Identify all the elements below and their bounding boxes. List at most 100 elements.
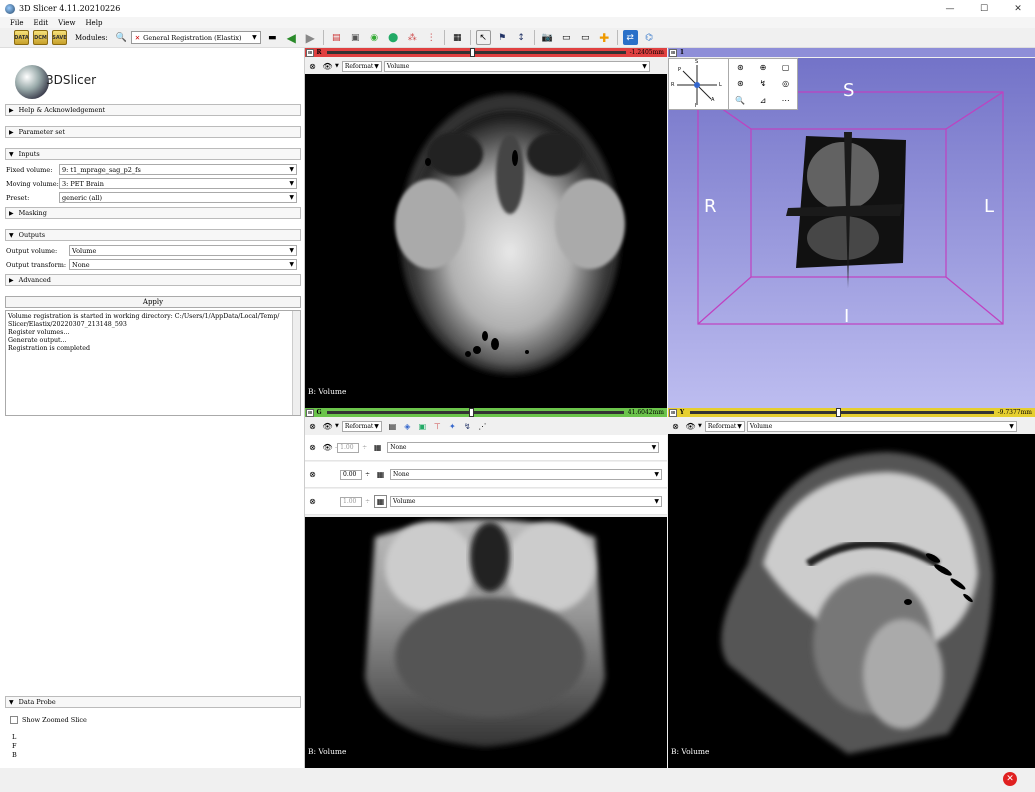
transforms-module-icon[interactable]: ⁂ <box>405 30 420 45</box>
output-volume-select[interactable]: Volume ▼ <box>69 245 297 256</box>
volumes-module-icon[interactable]: ◉ <box>367 30 382 45</box>
yellow-orientation-select[interactable]: Reformat ▼ <box>704 420 745 432</box>
apply-button[interactable]: Apply <box>5 296 301 308</box>
grid-icon[interactable]: ▦ <box>374 495 388 508</box>
scene-view-icon[interactable]: ▭ <box>559 30 574 45</box>
section-parameter-set[interactable]: ▶ Parameter set <box>5 126 301 138</box>
crosshair-icon[interactable]: ✚ <box>597 30 612 45</box>
section-masking[interactable]: ▶ Masking <box>5 207 301 219</box>
green-orientation-select[interactable]: Reformat ▼ <box>341 420 382 432</box>
link-icon[interactable]: ⊗ <box>306 60 319 73</box>
label-opacity-spinbox[interactable]: 1.00 <box>337 442 360 453</box>
welcome-module-icon[interactable]: ▤ <box>329 30 344 45</box>
yellow-slice-view[interactable]: B: Volume <box>668 434 1035 768</box>
layers-icon[interactable]: ▤ <box>386 420 399 433</box>
slider-handle[interactable] <box>835 408 841 417</box>
fixed-volume-select[interactable]: 9: t1_mprage_sag_p2_fs ▼ <box>59 164 297 175</box>
axes-icon[interactable]: ↯ <box>461 420 474 433</box>
more-icon[interactable]: ⋯ <box>774 92 797 109</box>
foreground-opacity-spinbox[interactable]: 0.00 <box>340 469 362 480</box>
section-outputs[interactable]: ▼ Outputs <box>5 229 301 241</box>
foreground-layer-select[interactable]: None ▼ <box>390 469 663 480</box>
show-zoomed-checkbox[interactable] <box>10 716 18 724</box>
eye-icon[interactable]: 👁 <box>321 420 334 433</box>
more-icon[interactable]: ⋰ <box>476 420 489 433</box>
crosshair-mode-icon[interactable]: ↕ <box>514 30 529 45</box>
axes-icon[interactable]: ↯ <box>752 76 775 93</box>
grid-icon[interactable]: ▦ <box>371 441 384 454</box>
link-icon[interactable]: ⊗ <box>669 420 682 433</box>
pin-icon[interactable]: ⊞ <box>306 408 314 417</box>
yellow-volume-select[interactable]: Volume ▼ <box>746 420 1017 432</box>
section-data-probe[interactable]: ▼ Data Probe <box>5 696 301 708</box>
slider-handle[interactable] <box>470 48 476 57</box>
close-button[interactable]: ✕ <box>1001 0 1035 17</box>
section-inputs[interactable]: ▼ Inputs <box>5 148 301 160</box>
data-module-icon[interactable]: ▣ <box>348 30 363 45</box>
label-outline-icon[interactable]: ◈ <box>401 420 414 433</box>
green-slice-view[interactable]: B: Volume <box>305 517 667 768</box>
link-icon[interactable]: ⊗ <box>306 420 319 433</box>
load-data-button[interactable]: DATA <box>14 30 29 45</box>
forward-arrow-icon[interactable]: ▶ <box>303 30 318 45</box>
eye-icon[interactable]: 👁 <box>321 441 334 454</box>
menu-help[interactable]: Help <box>85 19 102 27</box>
slider-handle[interactable] <box>469 408 475 417</box>
pin-icon[interactable]: ⊞ <box>669 48 677 57</box>
link-icon[interactable]: ⊗ <box>306 441 319 454</box>
show-zoomed-slice[interactable]: Show Zoomed Slice <box>10 716 87 724</box>
place-fiducial-icon[interactable]: ⚑ <box>495 30 510 45</box>
module-history-icon[interactable]: ▬ <box>265 30 280 45</box>
models-module-icon[interactable]: ⬤ <box>386 30 401 45</box>
mouse-mode-icon[interactable]: ↖ <box>475 30 491 45</box>
extensions-manager-icon[interactable]: ⇄ <box>622 30 638 45</box>
spin-icon[interactable]: ⊛ <box>729 76 752 93</box>
eye-icon[interactable]: 👁 <box>684 420 697 433</box>
reformat-widget-icon[interactable]: ⊤ <box>431 420 444 433</box>
extension-icon[interactable]: ▭ <box>578 30 593 45</box>
link-icon[interactable]: ⊗ <box>306 468 319 481</box>
menu-view[interactable]: View <box>58 19 75 27</box>
moving-volume-select[interactable]: 3: PET Brain ▼ <box>59 178 297 189</box>
module-selector[interactable]: ✕ General Registration (Elastix) ▼ <box>130 31 261 44</box>
screenshot-icon[interactable]: 📷 <box>540 30 555 45</box>
grid-icon[interactable]: ▦ <box>374 468 387 481</box>
glasses-icon[interactable]: ◎ <box>774 76 797 93</box>
section-help[interactable]: ▶ Help & Acknowledgement <box>5 104 301 116</box>
save-button[interactable]: SAVE <box>52 30 67 45</box>
red-orientation-select[interactable]: Reformat ▼ <box>341 60 382 72</box>
layout-icon[interactable]: ▦ <box>450 30 465 45</box>
green-offset-slider[interactable] <box>327 408 624 417</box>
color-icon[interactable]: ✦ <box>446 420 459 433</box>
label-layer-select[interactable]: None ▼ <box>387 442 660 453</box>
preset-select[interactable]: generic (all) ▼ <box>59 192 297 203</box>
search-icon[interactable]: 🔍 <box>114 30 129 45</box>
status-log[interactable]: Volume registration is started in workin… <box>5 310 301 416</box>
link-icon[interactable]: ⊗ <box>306 495 319 508</box>
background-layer-select[interactable]: Volume ▼ <box>390 496 663 507</box>
menu-file[interactable]: File <box>10 19 23 27</box>
pin-icon[interactable]: ⊞ <box>669 408 677 417</box>
red-volume-select[interactable]: Volume ▼ <box>383 60 650 72</box>
crosshair-icon[interactable]: ⊕ <box>752 59 775 76</box>
pin-icon[interactable]: ⊞ <box>306 48 314 57</box>
output-transform-select[interactable]: None ▼ <box>69 259 297 270</box>
dicom-button[interactable]: DCM <box>33 30 48 45</box>
yellow-offset-slider[interactable] <box>690 408 994 417</box>
error-log-icon[interactable]: ✕ <box>1003 772 1017 786</box>
box-icon[interactable]: ▢ <box>774 59 797 76</box>
maximize-button[interactable]: ☐ <box>967 0 1001 17</box>
log-scrollbar[interactable] <box>292 311 300 415</box>
background-opacity-spinbox[interactable]: 1.00 <box>340 496 362 507</box>
minimize-button[interactable]: — <box>933 0 967 17</box>
eye-icon[interactable]: 👁 <box>321 60 334 73</box>
menu-edit[interactable]: Edit <box>33 19 48 27</box>
section-advanced[interactable]: ▶ Advanced <box>5 274 301 286</box>
python-console-icon[interactable]: ⌬ <box>642 30 657 45</box>
center-view-icon[interactable]: ⊛ <box>729 59 752 76</box>
markups-module-icon[interactable]: ⋮ <box>424 30 439 45</box>
red-slice-view[interactable]: B: Volume <box>305 74 667 408</box>
red-offset-slider[interactable] <box>327 48 626 57</box>
ruler-icon[interactable]: ⊿ <box>752 92 775 109</box>
orientation-widget[interactable]: S P R L A I <box>668 58 730 110</box>
